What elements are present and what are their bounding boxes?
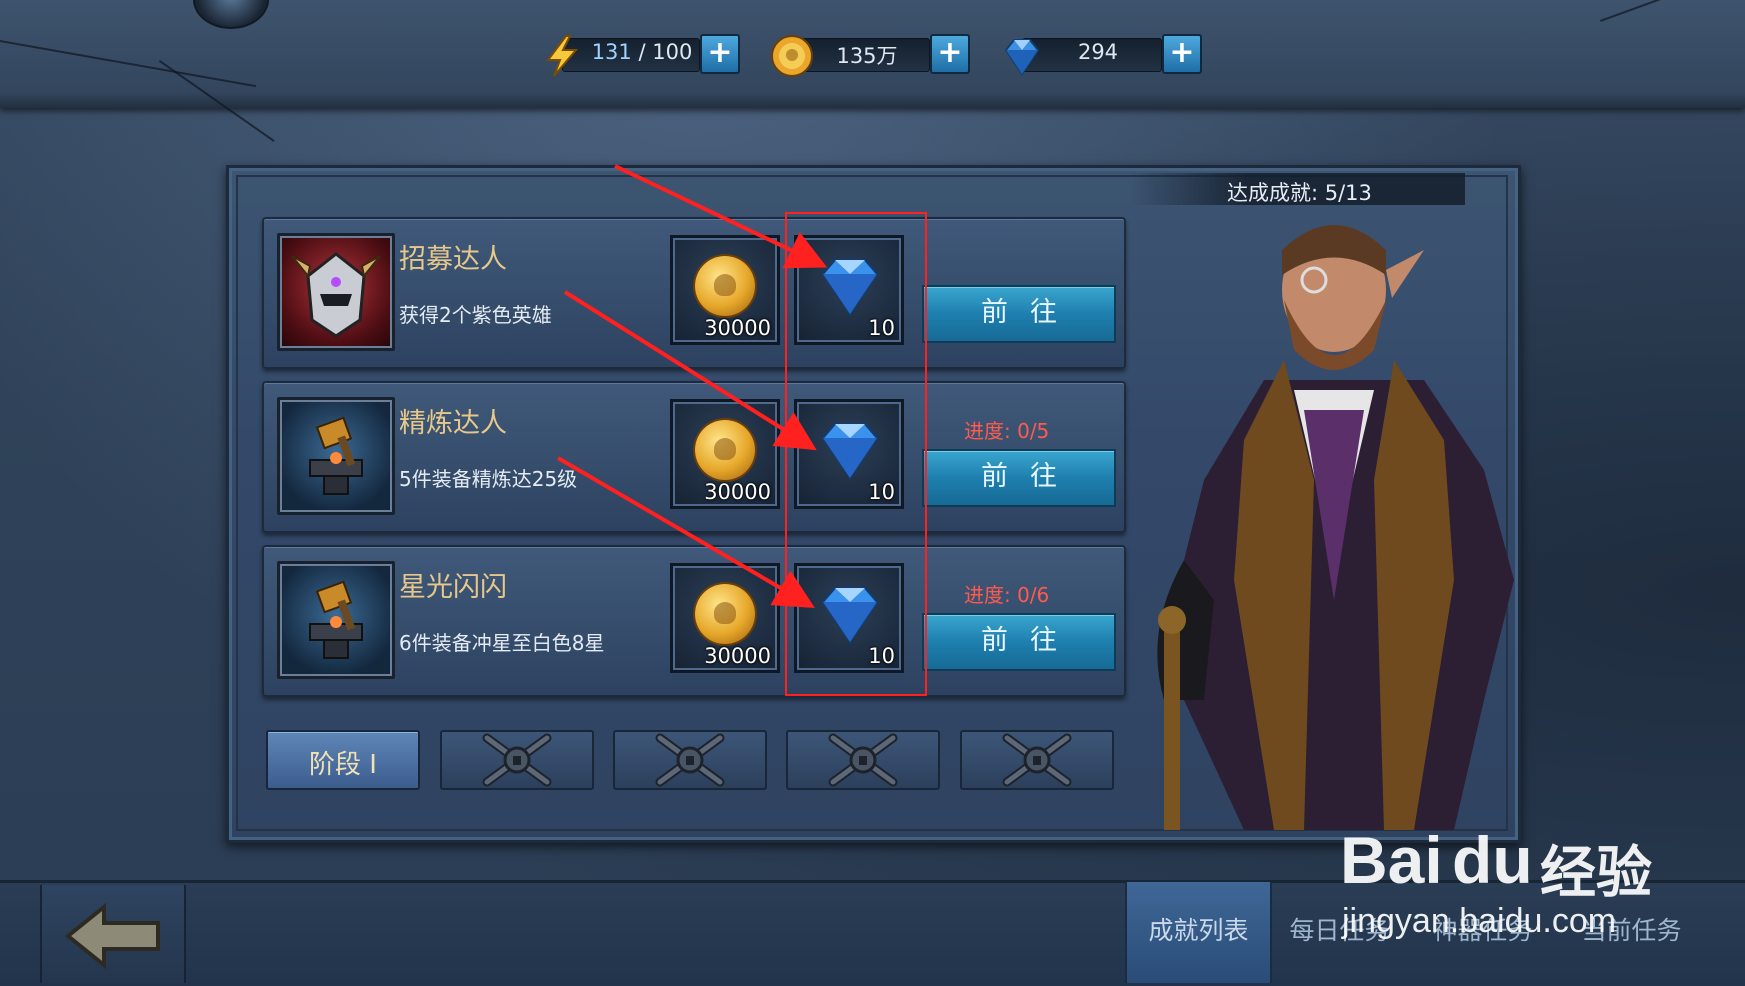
tab-achievement-list[interactable]: 成就列表 <box>1125 882 1272 983</box>
watermark-brand-a: Bai <box>1340 823 1443 897</box>
watermark-brand-b: du <box>1452 823 1533 897</box>
back-arrow-icon <box>64 902 160 970</box>
back-button[interactable] <box>40 885 186 983</box>
watermark-brand-c: 经验 <box>1540 841 1652 904</box>
watermark-url: jingyan.baidu.com <box>1342 902 1617 940</box>
